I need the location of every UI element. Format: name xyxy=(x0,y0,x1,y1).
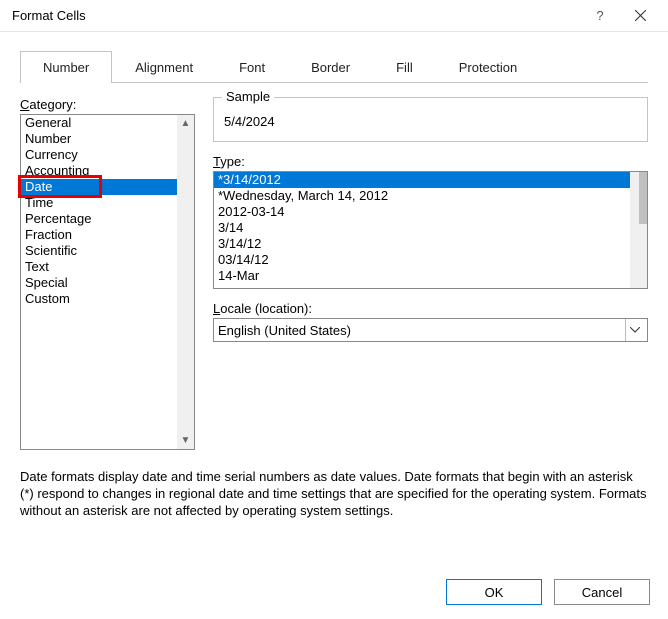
category-item[interactable]: Time xyxy=(21,195,194,211)
ok-button[interactable]: OK xyxy=(446,579,542,605)
category-item[interactable]: Accounting xyxy=(21,163,194,179)
category-item[interactable]: Currency xyxy=(21,147,194,163)
type-label: Type: xyxy=(213,154,648,169)
tab-strip: NumberAlignmentFontBorderFillProtection xyxy=(20,50,648,83)
type-item[interactable]: 14-Mar xyxy=(214,268,647,284)
scrollbar[interactable]: ▲ ▼ xyxy=(177,115,194,449)
cancel-button[interactable]: Cancel xyxy=(554,579,650,605)
chevron-down-icon xyxy=(625,319,643,341)
type-item[interactable]: 3/14/12 xyxy=(214,236,647,252)
scroll-up-icon[interactable]: ▲ xyxy=(177,115,194,132)
tab-protection[interactable]: Protection xyxy=(436,51,541,83)
scrollbar[interactable] xyxy=(630,172,647,288)
sample-group: Sample 5/4/2024 xyxy=(213,97,648,142)
locale-label: Locale (location): xyxy=(213,301,648,316)
dialog-buttons: OK Cancel xyxy=(446,579,650,605)
type-item[interactable]: *3/14/2012 xyxy=(214,172,647,188)
title-bar: Format Cells ? xyxy=(0,0,668,32)
scroll-down-icon[interactable]: ▼ xyxy=(177,432,194,449)
type-item[interactable]: 03/14/12 xyxy=(214,252,647,268)
sample-label: Sample xyxy=(222,89,274,104)
help-button[interactable]: ? xyxy=(580,0,620,32)
category-item[interactable]: General xyxy=(21,115,194,131)
type-item[interactable]: 3/14 xyxy=(214,220,647,236)
category-item[interactable]: Date xyxy=(21,179,194,195)
category-item[interactable]: Special xyxy=(21,275,194,291)
locale-select[interactable]: English (United States) xyxy=(213,318,648,342)
tab-font[interactable]: Font xyxy=(216,51,288,83)
category-item[interactable]: Fraction xyxy=(21,227,194,243)
close-icon xyxy=(635,10,646,21)
category-label: Category: xyxy=(20,97,195,112)
category-list[interactable]: GeneralNumberCurrencyAccountingDateTimeP… xyxy=(20,114,195,450)
scroll-thumb[interactable] xyxy=(639,172,647,224)
window-title: Format Cells xyxy=(12,8,580,23)
category-item[interactable]: Percentage xyxy=(21,211,194,227)
type-list[interactable]: *3/14/2012*Wednesday, March 14, 20122012… xyxy=(213,171,648,289)
category-item[interactable]: Custom xyxy=(21,291,194,307)
description-text: Date formats display date and time seria… xyxy=(20,468,648,519)
tab-number[interactable]: Number xyxy=(20,51,112,83)
tab-alignment[interactable]: Alignment xyxy=(112,51,216,83)
category-item[interactable]: Scientific xyxy=(21,243,194,259)
close-button[interactable] xyxy=(620,0,660,32)
tab-fill[interactable]: Fill xyxy=(373,51,436,83)
type-item[interactable]: *Wednesday, March 14, 2012 xyxy=(214,188,647,204)
locale-value: English (United States) xyxy=(218,323,351,338)
sample-value: 5/4/2024 xyxy=(214,98,647,141)
category-item[interactable]: Number xyxy=(21,131,194,147)
type-item[interactable]: 2012-03-14 xyxy=(214,204,647,220)
category-item[interactable]: Text xyxy=(21,259,194,275)
tab-border[interactable]: Border xyxy=(288,51,373,83)
